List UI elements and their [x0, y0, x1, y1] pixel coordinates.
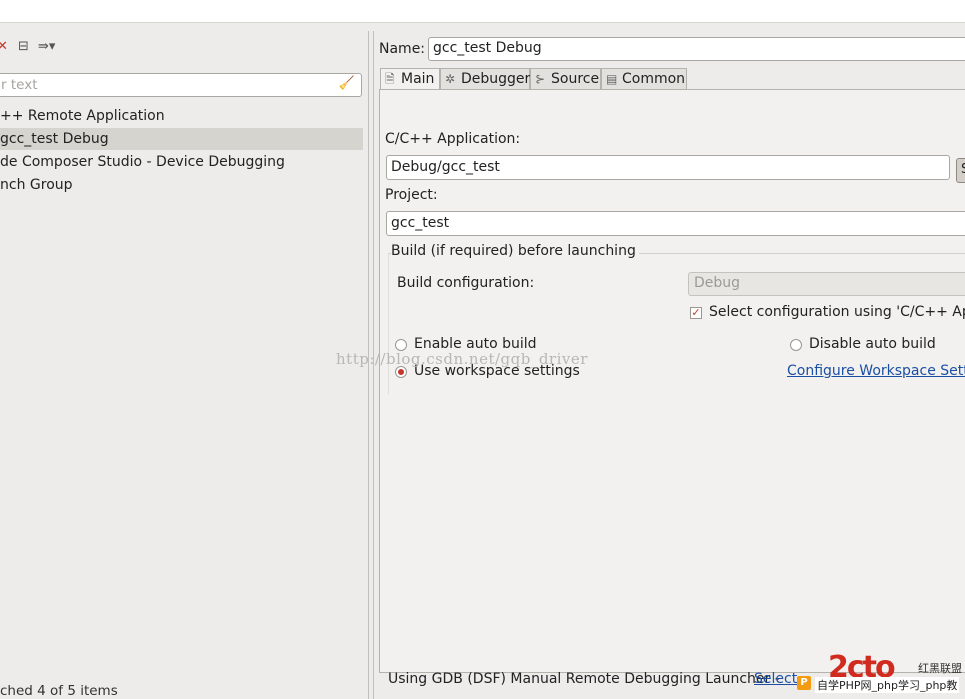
- select-config-label: Select configuration using 'C/C++ Appli: [709, 304, 965, 320]
- tree-item-label: ++ Remote Application: [0, 108, 165, 124]
- php-badge-icon: P: [797, 676, 811, 690]
- source-tab-icon: ⊱: [535, 72, 546, 86]
- name-input[interactable]: gcc_test Debug: [428, 37, 965, 61]
- main-tab-icon: 🗎: [385, 72, 395, 86]
- app-label: C/C++ Application:: [385, 131, 521, 147]
- select-config-checkbox[interactable]: ✓: [690, 307, 702, 319]
- debugger-tab-icon: ✲: [445, 72, 456, 86]
- tree-item-label: de Composer Studio - Device Debugging: [0, 154, 285, 170]
- project-label: Project:: [385, 187, 438, 203]
- left-toolbar: ✕ ⊟ ⇛▾: [0, 35, 360, 59]
- site-logo-subtitle: 自学PHP网_php学习_php教: [815, 677, 960, 693]
- disable-auto-build-label: Disable auto build: [809, 336, 936, 352]
- build-group-title: Build (if required) before launching: [391, 243, 639, 259]
- main-tab-panel: C/C++ Application: Debug/gcc_test S Proj…: [379, 89, 965, 673]
- tab-common[interactable]: ▤ Common: [601, 68, 687, 89]
- watermark-text: http://blog.csdn.net/gqb_driver: [336, 350, 588, 368]
- build-config-select[interactable]: Debug: [688, 272, 965, 296]
- filter-status: ched 4 of 5 items: [0, 683, 118, 699]
- build-config-label: Build configuration:: [397, 275, 535, 291]
- tab-debugger[interactable]: ✲ Debugger: [440, 68, 530, 89]
- tree-item-code-composer-studio[interactable]: de Composer Studio - Device Debugging: [0, 151, 363, 173]
- configurations-pane: ✕ ⊟ ⇛▾ r text 🧹 ++ Remote Application gc…: [0, 31, 369, 699]
- select-launcher-link[interactable]: Select: [754, 671, 797, 687]
- collapse-all-icon[interactable]: ⊟: [18, 39, 29, 55]
- tree-item-remote-application[interactable]: ++ Remote Application: [0, 105, 363, 127]
- application-field[interactable]: Debug/gcc_test: [386, 155, 950, 180]
- tree-item-label: nch Group: [0, 177, 73, 193]
- disable-auto-build-radio[interactable]: [790, 339, 802, 351]
- search-project-button[interactable]: S: [956, 158, 965, 183]
- tree-item-label: gcc_test Debug: [0, 131, 109, 147]
- filter-input[interactable]: r text 🧹: [0, 73, 362, 97]
- project-field[interactable]: gcc_test: [386, 211, 965, 236]
- tab-source[interactable]: ⊱ Source: [530, 68, 601, 89]
- configure-workspace-settings-link[interactable]: Configure Workspace Settin: [787, 363, 965, 379]
- tree-item-gcc-test-debug[interactable]: gcc_test Debug: [0, 128, 363, 150]
- site-logo-text: 红黑联盟: [918, 662, 962, 675]
- common-tab-icon: ▤: [606, 72, 618, 86]
- filter-placeholder: r text: [1, 77, 38, 93]
- delete-icon[interactable]: ✕: [0, 39, 8, 55]
- clear-filter-icon[interactable]: 🧹: [339, 76, 355, 91]
- launcher-text: Using GDB (DSF) Manual Remote Debugging …: [388, 671, 780, 687]
- tab-main[interactable]: 🗎 Main: [380, 68, 440, 91]
- tree-item-launch-group[interactable]: nch Group: [0, 174, 363, 196]
- name-label: Name:: [379, 41, 426, 57]
- filter-icon[interactable]: ⇛▾: [38, 39, 55, 55]
